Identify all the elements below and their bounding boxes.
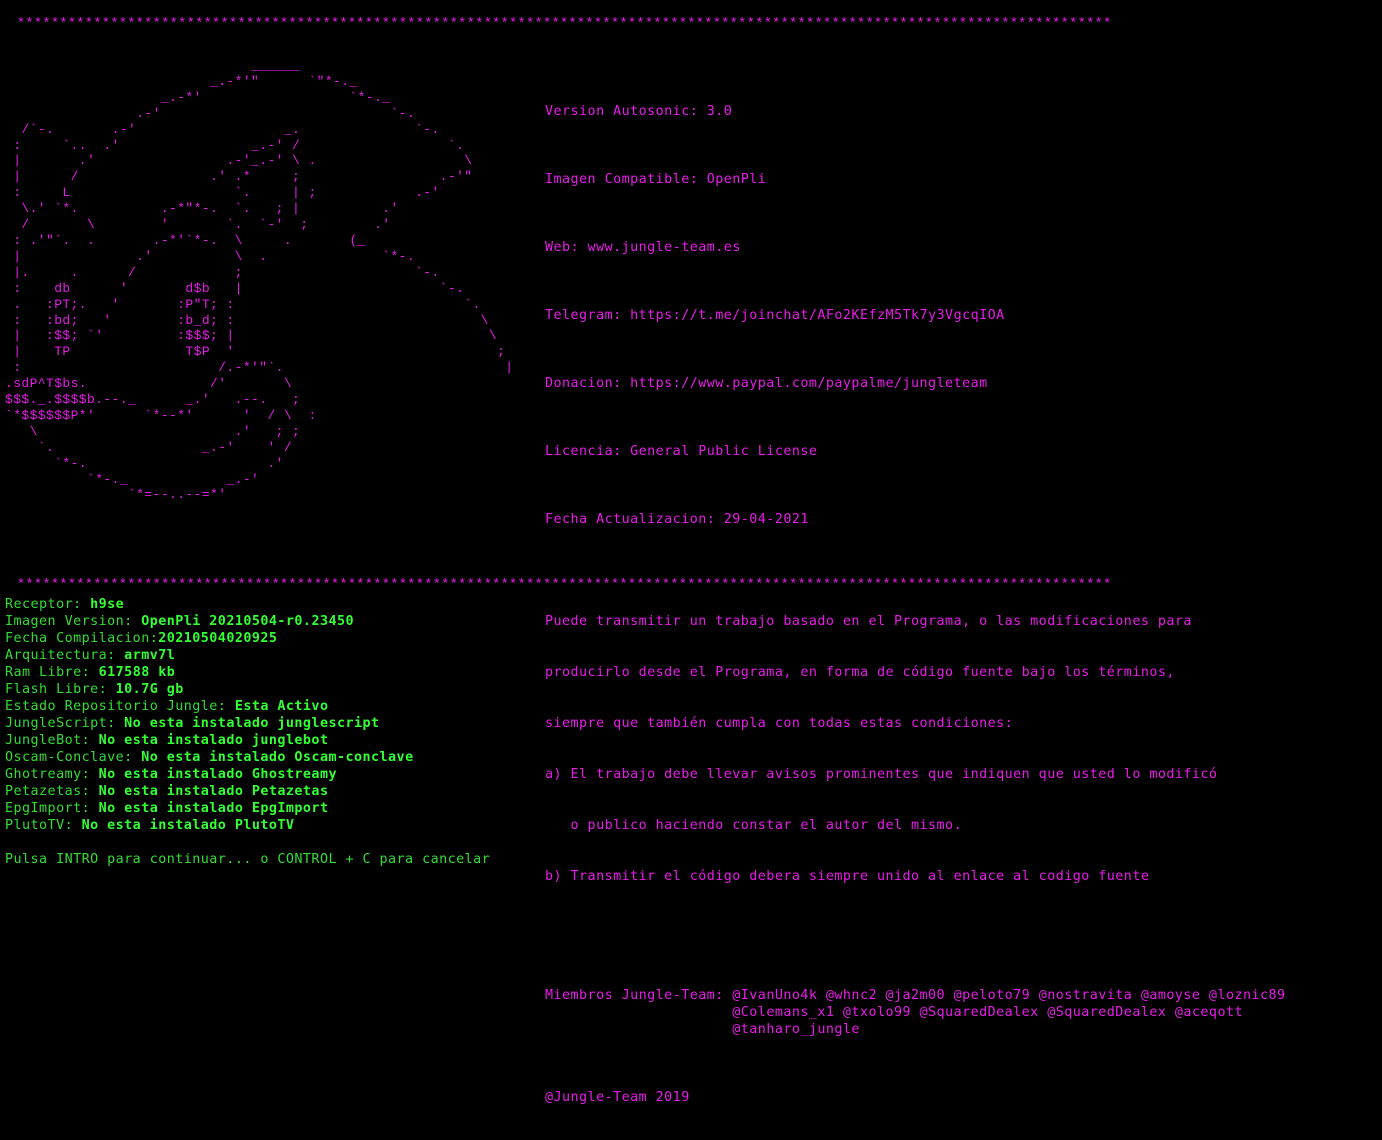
image-line: Imagen Compatible: OpenPli — [545, 172, 767, 187]
status-value: No esta instalado junglescript — [124, 716, 380, 731]
status-value: No esta instalado junglebot — [98, 733, 329, 748]
status-label: JungleScript: — [5, 716, 125, 731]
separator-top: ****************************************… — [17, 17, 1112, 32]
status-value: No esta instalado PlutoTV — [81, 818, 295, 833]
update-date-line: Fecha Actualizacion: 29-04-2021 — [545, 512, 809, 527]
status-label: EpgImport: — [5, 801, 99, 816]
members-list: @IvanUno4k @whnc2 @ja2m00 @peloto79 @nos… — [732, 987, 1285, 1038]
status-label: Ghotreamy: — [5, 767, 99, 782]
status-label: Petazetas: — [5, 784, 99, 799]
status-value: No esta instalado Oscam-conclave — [141, 750, 414, 765]
status-value: No esta instalado EpgImport — [98, 801, 329, 816]
license-text-line: siempre que también cumpla con todas est… — [545, 716, 1014, 731]
status-value: h9se — [90, 597, 125, 612]
license-line: Licencia: General Public License — [545, 444, 818, 459]
status-value: No esta instalado Petazetas — [98, 784, 329, 799]
members-label: Miembros Jungle-Team: — [545, 988, 733, 1003]
continue-prompt: Pulsa INTRO para continuar... o CONTROL … — [5, 852, 491, 867]
status-label: Ram Libre: — [5, 665, 99, 680]
status-label: PlutoTV: — [5, 818, 82, 833]
separator-bottom: ****************************************… — [17, 578, 1112, 593]
status-row: Imagen Version: OpenPli 20210504-r0.2345… — [5, 613, 414, 630]
status-value: 617588 kb — [98, 665, 176, 680]
status-value: armv7l — [124, 648, 176, 663]
license-text: Puede transmitir un trabajo basado en el… — [545, 579, 1286, 919]
ascii-logo: ______ _.-*'" `"*-._ _.-*' `*-._ .-' `-.… — [5, 58, 514, 503]
donation-line: Donacion: https://www.paypal.com/paypalm… — [545, 376, 988, 391]
status-label: Flash Libre: — [5, 682, 116, 697]
status-row: Receptor: h9se — [5, 596, 414, 613]
status-row: Ghotreamy: No esta instalado Ghostreamy — [5, 766, 414, 783]
status-value: OpenPli 20210504-r0.23450 — [141, 614, 354, 629]
info-panel: Version Autosonic: 3.0 Imagen Compatible… — [545, 69, 1286, 1140]
members-section: Miembros Jungle-Team: @IvanUno4k @whnc2 … — [545, 987, 1286, 1038]
status-row: Ram Libre: 617588 kb — [5, 664, 414, 681]
status-row: Oscam-Conclave: No esta instalado Oscam-… — [5, 749, 414, 766]
status-row: Arquitectura: armv7l — [5, 647, 414, 664]
status-row: Flash Libre: 10.7G gb — [5, 681, 414, 698]
status-value: 20210504020925 — [158, 631, 278, 646]
status-label: JungleBot: — [5, 733, 99, 748]
status-row: JungleScript: No esta instalado junglesc… — [5, 715, 414, 732]
status-label: Receptor: — [5, 597, 91, 612]
status-value: Esta Activo — [234, 699, 329, 714]
status-value: 10.7G gb — [115, 682, 184, 697]
status-label: Oscam-Conclave: — [5, 750, 142, 765]
web-line: Web: www.jungle-team.es — [545, 240, 741, 255]
license-text-line: Puede transmitir un trabajo basado en el… — [545, 614, 1192, 629]
team-credit: @Jungle-Team 2019 — [545, 1090, 690, 1105]
members-line: @Colemans_x1 @txolo99 @SquaredDealex @Sq… — [732, 1005, 1243, 1020]
members-line: @IvanUno4k @whnc2 @ja2m00 @peloto79 @nos… — [732, 988, 1286, 1003]
version-line: Version Autosonic: 3.0 — [545, 104, 733, 119]
telegram-line: Telegram: https://t.me/joinchat/AFo2KEfz… — [545, 308, 1005, 323]
license-text-line: producirlo desde el Programa, en forma d… — [545, 665, 1175, 680]
system-status: Receptor: h9se Imagen Version: OpenPli 20… — [5, 596, 414, 834]
license-text-line: b) Transmitir el código debera siempre u… — [545, 869, 1150, 884]
status-row: JungleBot: No esta instalado junglebot — [5, 732, 414, 749]
status-row: PlutoTV: No esta instalado PlutoTV — [5, 817, 414, 834]
status-label: Fecha Compilacion: — [5, 631, 159, 646]
status-label: Estado Repositorio Jungle: — [5, 699, 235, 714]
status-row: Petazetas: No esta instalado Petazetas — [5, 783, 414, 800]
status-row: EpgImport: No esta instalado EpgImport — [5, 800, 414, 817]
status-label: Arquitectura: — [5, 648, 125, 663]
license-text-line: o publico haciendo constar el autor del … — [545, 818, 963, 833]
members-line: @tanharo_jungle — [732, 1022, 860, 1037]
status-row: Fecha Compilacion:20210504020925 — [5, 630, 414, 647]
status-label: Imagen Version: — [5, 614, 142, 629]
status-value: No esta instalado Ghostreamy — [98, 767, 337, 782]
status-row: Estado Repositorio Jungle: Esta Activo — [5, 698, 414, 715]
license-text-line: a) El trabajo debe llevar avisos promine… — [545, 767, 1218, 782]
